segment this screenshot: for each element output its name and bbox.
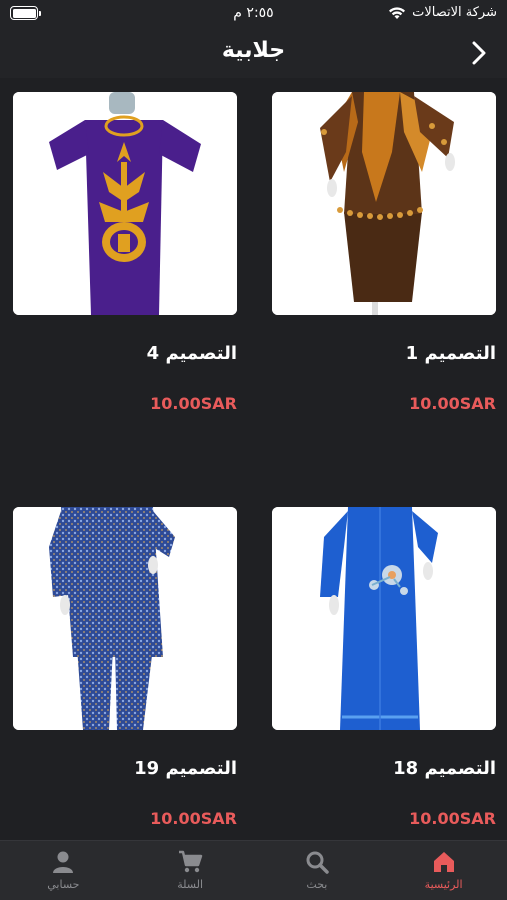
cart-icon: [179, 850, 203, 873]
back-button[interactable]: [465, 39, 493, 67]
blue-floral-dress-image: [272, 507, 496, 730]
product-title: التصميم 1: [405, 343, 496, 364]
tab-label-home: الرئيسية: [424, 878, 463, 891]
tab-bar: الرئيسية بحث السلة حسابي: [0, 840, 507, 900]
product-price: 10.00SAR: [150, 394, 237, 413]
product-price: 10.00SAR: [409, 394, 496, 413]
battery-fill: [12, 8, 36, 18]
page-title: جلابية: [221, 38, 286, 63]
product-card[interactable]: التصميم 18 10.00SAR: [272, 507, 496, 828]
product-card[interactable]: التصميم 1 10.00SAR: [272, 92, 496, 413]
nav-bar: جلابية: [0, 28, 507, 78]
tab-label-search: بحث: [306, 878, 328, 891]
status-bar: شركة الاتصالات ٢:٥٥ م: [0, 0, 507, 28]
status-time: ٢:٥٥ م: [233, 5, 274, 21]
tab-search[interactable]: بحث: [254, 841, 381, 900]
product-title: التصميم 19: [134, 758, 237, 779]
product-price: 10.00SAR: [150, 809, 237, 828]
blue-pattern-pantsuit-image: [13, 507, 237, 730]
product-grid: التصميم 1 10.00SAR التصميم 4 10.00SAR ال…: [0, 78, 507, 840]
home-icon: [433, 852, 454, 872]
product-price: 10.00SAR: [409, 809, 496, 828]
tab-label-cart: السلة: [177, 878, 203, 891]
user-icon: [53, 851, 74, 873]
battery-icon: [10, 6, 41, 20]
product-title: التصميم 4: [146, 343, 237, 364]
product-card[interactable]: التصميم 19 10.00SAR: [13, 507, 237, 828]
brown-orange-dress-image: [272, 92, 496, 315]
tab-cart[interactable]: السلة: [127, 841, 254, 900]
product-image[interactable]: [272, 92, 496, 315]
product-image[interactable]: [272, 507, 496, 730]
purple-embroidered-dress-image: [13, 92, 237, 315]
tab-account[interactable]: حسابي: [0, 841, 127, 900]
tab-label-account: حسابي: [47, 878, 80, 891]
product-title: التصميم 18: [393, 758, 496, 779]
product-image[interactable]: [13, 92, 237, 315]
search-icon: [306, 851, 329, 874]
product-image[interactable]: [13, 507, 237, 730]
product-card[interactable]: التصميم 4 10.00SAR: [13, 92, 237, 413]
tab-home[interactable]: الرئيسية: [380, 841, 507, 900]
chevron-right-icon: [472, 41, 486, 65]
